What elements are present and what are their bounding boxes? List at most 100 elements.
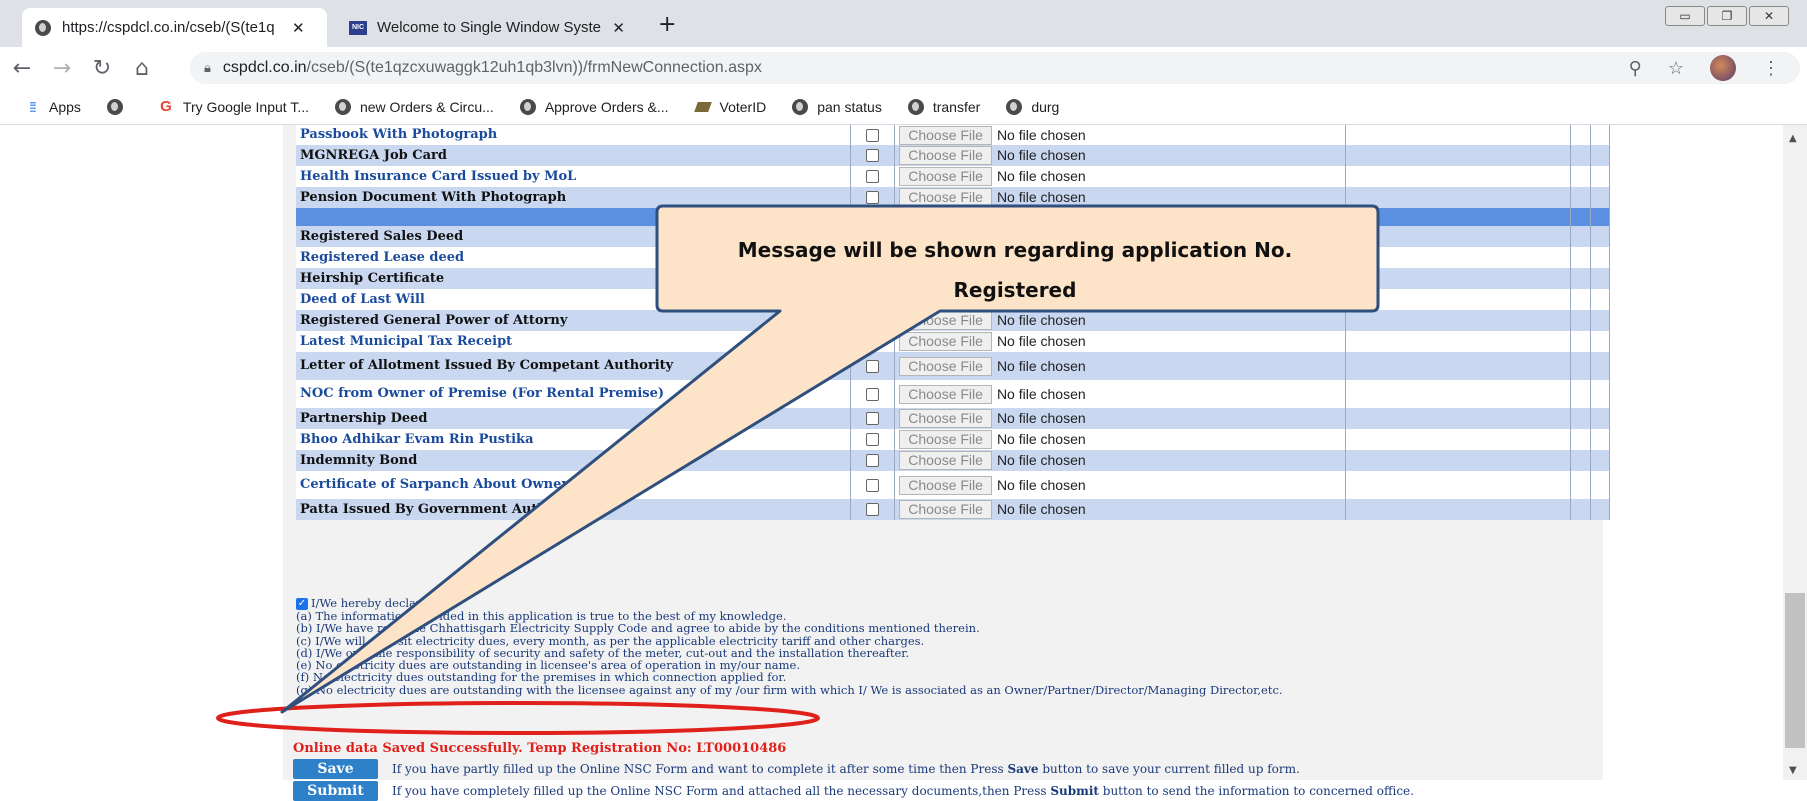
bookmark-item[interactable]: Approve Orders &... <box>519 98 669 115</box>
document-checkbox[interactable] <box>866 478 880 492</box>
empty-cell <box>1590 352 1611 380</box>
choose-file-button[interactable]: Choose File <box>899 332 992 351</box>
vertical-scrollbar[interactable]: ▲ ▼ <box>1783 125 1807 780</box>
file-input[interactable]: Choose File No file chosen <box>894 352 1347 380</box>
document-checkbox[interactable] <box>866 433 880 446</box>
close-tab-icon[interactable]: ✕ <box>292 19 305 37</box>
file-input[interactable]: Choose File No file chosen <box>894 408 1347 429</box>
choose-file-button[interactable]: Choose File <box>899 188 992 207</box>
url-path: /cseb/(S(te1qzcxuwaggk12uh1qb3lvn))/frmN… <box>306 59 762 76</box>
choose-file-button[interactable]: Choose File <box>899 125 992 145</box>
file-input[interactable]: Choose File No file chosen <box>894 166 1347 187</box>
file-status: No file chosen <box>996 357 1086 374</box>
star-icon[interactable]: ☆ <box>1668 58 1684 79</box>
document-row: Registered General Power of Attorny Choos… <box>296 310 1611 331</box>
empty-cell <box>1590 145 1611 166</box>
bookmark-item[interactable]: new Orders & Circu... <box>334 98 494 115</box>
bookmark-item[interactable]: durg <box>1006 98 1059 115</box>
empty-cell <box>1345 380 1571 408</box>
bookmark-item[interactable]: G Try Google Input T... <box>158 98 309 115</box>
document-row: Latest Municipal Tax Receipt Choose File N… <box>296 331 1611 352</box>
choose-file-button[interactable]: Choose File <box>899 500 992 519</box>
restore-icon[interactable]: ❐ <box>1707 6 1747 26</box>
scroll-thumb[interactable] <box>1785 593 1805 748</box>
file-input[interactable]: Choose File No file chosen <box>894 145 1347 166</box>
document-checkbox[interactable] <box>866 314 880 327</box>
avatar[interactable] <box>1710 55 1736 81</box>
document-name: Bhoo Adhikar Evam Rin Pustika <box>296 429 852 450</box>
file-input[interactable]: Choose File No file chosen <box>894 331 1347 352</box>
new-tab-button[interactable]: + <box>658 12 676 37</box>
globe-icon <box>34 19 52 37</box>
submit-button[interactable]: Submit <box>293 781 378 801</box>
empty-cell <box>1345 408 1571 429</box>
choose-file-button[interactable]: Choose File <box>899 356 992 376</box>
choose-file-button[interactable]: Choose File <box>899 146 992 165</box>
close-tab-icon[interactable]: ✕ <box>612 19 625 37</box>
bookmark-item[interactable]: transfer <box>907 98 980 115</box>
globe-icon <box>519 98 536 115</box>
menu-icon[interactable]: ⋮ <box>1762 58 1780 79</box>
document-name: Letter of Allotment Issued By Competant … <box>296 352 852 380</box>
minimize-icon[interactable]: ▭ <box>1665 6 1705 26</box>
tab-single-window[interactable]: NIC Welcome to Single Window Syste ✕ <box>337 8 637 47</box>
empty-cell <box>1570 187 1591 208</box>
home-icon[interactable]: ⌂ <box>124 50 160 86</box>
choose-file-button[interactable]: Choose File <box>899 475 992 495</box>
empty-cell <box>1570 450 1591 471</box>
empty-cell <box>1590 125 1611 145</box>
address-bar[interactable]: 🔒︎ cspdcl.co.in/cseb/(S(te1qzcxuwaggk12u… <box>190 52 1800 84</box>
document-checkbox[interactable] <box>866 191 880 204</box>
back-arrow-icon[interactable]: ← <box>4 50 40 86</box>
file-input[interactable]: Choose File No file chosen <box>894 499 1347 520</box>
choose-file-button[interactable]: Choose File <box>899 430 992 449</box>
bookmark-item[interactable]: VoterID <box>693 99 766 115</box>
document-checkbox[interactable] <box>866 335 880 348</box>
bookmark-item[interactable]: pan status <box>792 98 882 115</box>
document-checkbox[interactable] <box>866 149 880 162</box>
file-input[interactable]: Choose File No file chosen <box>894 471 1347 499</box>
document-checkbox[interactable] <box>866 128 880 142</box>
file-input[interactable]: Choose File No file chosen <box>894 310 1347 331</box>
document-row: Indemnity Bond Choose File No file chosen <box>296 450 1611 471</box>
document-checkbox[interactable] <box>866 412 880 425</box>
document-checkbox[interactable] <box>866 454 880 467</box>
bookmark-item[interactable] <box>106 98 132 115</box>
file-input[interactable]: Choose File No file chosen <box>894 187 1347 208</box>
empty-cell <box>1345 331 1571 352</box>
bookmark-item[interactable]: ⁞⁞⁞ Apps <box>24 99 81 115</box>
empty-cell <box>1570 429 1591 450</box>
document-checkbox[interactable] <box>866 387 880 401</box>
document-checkbox-cell <box>850 499 896 520</box>
choose-file-button[interactable]: Choose File <box>899 409 992 428</box>
empty-cell <box>1345 187 1571 208</box>
empty-cell <box>1590 268 1611 289</box>
tab-cspdcl[interactable]: https://cspdcl.co.in/cseb/(S(te1q ✕ <box>22 8 327 47</box>
document-checkbox[interactable] <box>866 503 880 516</box>
zoom-icon[interactable]: ⚲ <box>1629 58 1642 79</box>
choose-file-button[interactable]: Choose File <box>899 451 992 470</box>
save-button[interactable]: Save <box>293 759 378 779</box>
reload-icon[interactable]: ↻ <box>84 50 120 86</box>
file-input[interactable]: Choose File No file chosen <box>894 450 1347 471</box>
url-host: cspdcl.co.in <box>222 59 307 76</box>
file-input[interactable]: Choose File No file chosen <box>894 125 1347 145</box>
empty-cell <box>1345 429 1571 450</box>
choose-file-button[interactable]: Choose File <box>899 384 992 404</box>
file-input[interactable]: Choose File No file chosen <box>894 429 1347 450</box>
declaration-line: (b) I/We have read the Chhattisgarh Elec… <box>296 621 980 636</box>
choose-file-button[interactable]: Choose File <box>899 311 992 330</box>
scroll-up-icon[interactable]: ▲ <box>1789 133 1797 144</box>
document-checkbox[interactable] <box>866 170 880 183</box>
empty-cell <box>1590 247 1611 268</box>
empty-cell <box>1345 125 1571 145</box>
document-checkbox[interactable] <box>866 359 880 373</box>
forward-arrow-icon[interactable]: → <box>44 50 80 86</box>
choose-file-button[interactable]: Choose File <box>899 167 992 186</box>
document-row: NOC from Owner of Premise (For Rental Pr… <box>296 380 1611 408</box>
empty-cell <box>1570 166 1591 187</box>
scroll-down-icon[interactable]: ▼ <box>1789 765 1797 776</box>
tab-title: https://cspdcl.co.in/cseb/(S(te1q <box>62 19 275 36</box>
close-window-icon[interactable]: ✕ <box>1749 6 1789 26</box>
file-input[interactable]: Choose File No file chosen <box>894 380 1347 408</box>
